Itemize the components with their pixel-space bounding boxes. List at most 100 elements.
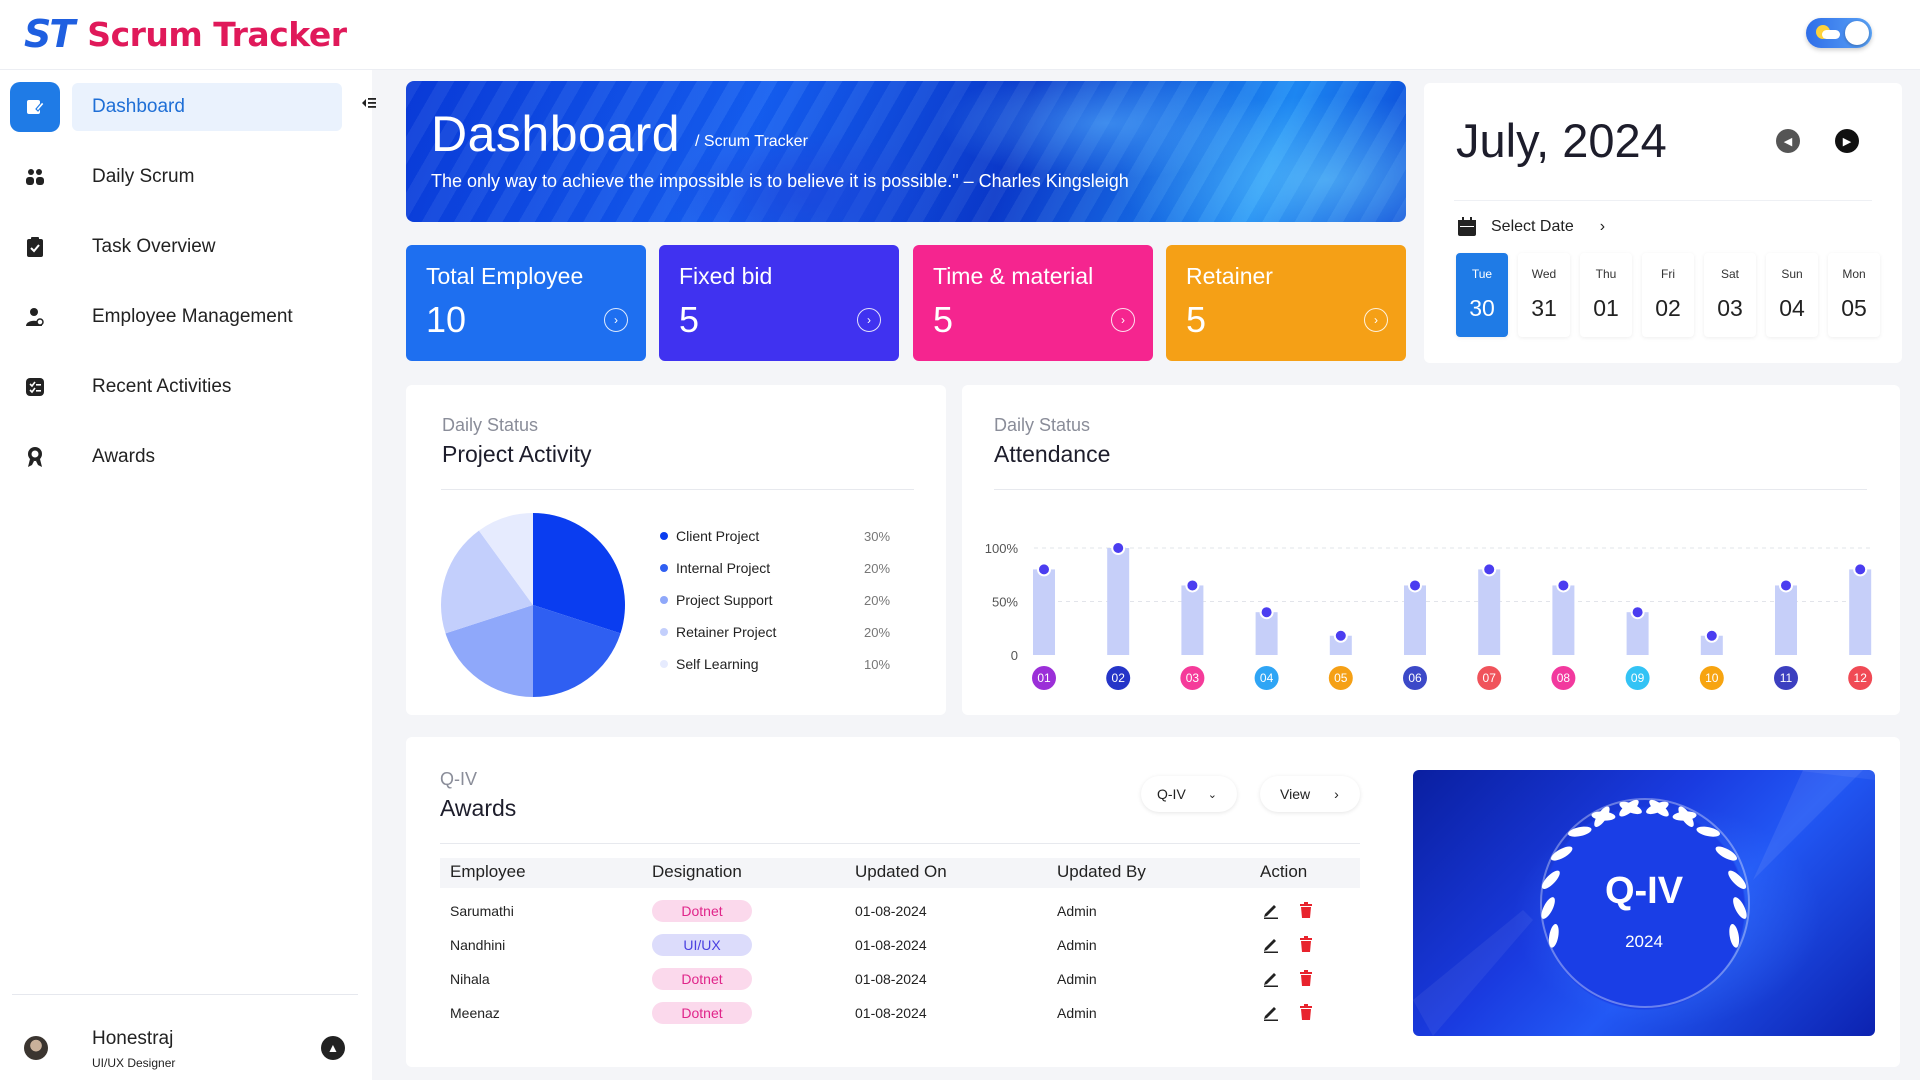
svg-text:12: 12 [1854, 671, 1868, 685]
calendar-day[interactable]: Wed 31 [1518, 253, 1570, 337]
chevron-right-icon[interactable]: ▶ [1835, 129, 1859, 153]
attendance-point [1704, 628, 1719, 643]
sidebar-item-label: Recent Activities [92, 376, 232, 397]
user-profile[interactable]: Honestraj UI/UX Designer ▲ [0, 1014, 372, 1074]
stat-value: 5 [933, 299, 954, 340]
stat-card-total-employee[interactable]: Total Employee 10 › [406, 245, 646, 361]
sidebar-item-recent-activities[interactable]: Recent Activities [10, 362, 344, 412]
theme-toggle[interactable] [1806, 18, 1872, 48]
calendar-day[interactable]: Tue 30 [1456, 253, 1508, 337]
calendar-day[interactable]: Thu 01 [1580, 253, 1632, 337]
day-of-week: Thu [1595, 267, 1617, 281]
delete-icon[interactable] [1297, 969, 1315, 987]
top-bar: ST Scrum Tracker [0, 0, 1920, 70]
app-logo[interactable]: ST Scrum Tracker [24, 12, 347, 56]
day-of-week: Sun [1781, 267, 1803, 281]
legend-value: 10% [864, 656, 891, 672]
attendance-point [1482, 562, 1497, 577]
select-date-button[interactable]: Select Date › [1457, 215, 1605, 239]
legend-label: Self Learning [676, 656, 759, 672]
quarter-filter-select[interactable]: Q-IV ⌄ [1141, 776, 1237, 812]
edit-icon[interactable] [1262, 969, 1280, 987]
sidebar-item-label: Awards [92, 446, 156, 467]
svg-text:08: 08 [1557, 671, 1571, 685]
legend-value: 20% [864, 592, 891, 608]
svg-text:11: 11 [1780, 671, 1793, 685]
attendance-bar [1775, 585, 1797, 655]
legend-value: 20% [864, 624, 891, 640]
sidebar-item-task-overview[interactable]: Task Overview [10, 222, 344, 272]
calendar-day[interactable]: Fri 02 [1642, 253, 1694, 337]
legend-item: Self Learning 10% [660, 655, 900, 673]
laurel-leaf [1715, 846, 1738, 861]
stat-card-fixed-bid[interactable]: Fixed bid 5 › [659, 245, 899, 361]
x-category-label: 01 [1032, 666, 1056, 690]
attendance-bar [1552, 585, 1575, 655]
employee-name: Meenaz [450, 1005, 500, 1021]
calendar-day[interactable]: Sat 03 [1704, 253, 1756, 337]
svg-text:05: 05 [1334, 671, 1348, 685]
sidebar-item-label: Task Overview [92, 236, 216, 257]
stat-value: 10 [426, 299, 467, 340]
delete-icon[interactable] [1297, 935, 1315, 953]
calendar-day[interactable]: Sun 04 [1766, 253, 1818, 337]
stat-card-retainer[interactable]: Retainer 5 › [1166, 245, 1406, 361]
calendar-day[interactable]: Mon 05 [1828, 253, 1880, 337]
breadcrumb: / Scrum Tracker [695, 133, 808, 150]
sidebar-item-awards[interactable]: Awards [10, 432, 344, 482]
sidebar-item-daily-scrum[interactable]: Daily Scrum [10, 152, 344, 202]
stat-title: Time & material [933, 263, 1094, 289]
attendance-point [1111, 541, 1126, 555]
user-role: UI/UX Designer [92, 1056, 176, 1070]
laurel-leaf [1696, 826, 1721, 837]
day-number: 02 [1655, 295, 1681, 321]
sidebar-item-label: Dashboard [72, 83, 342, 131]
panel-title: Awards [440, 795, 517, 821]
user-name: Honestraj [92, 1028, 174, 1049]
view-button[interactable]: View › [1260, 776, 1360, 812]
updated-by: Admin [1057, 937, 1097, 953]
svg-text:01: 01 [1037, 671, 1051, 685]
legend-dot [660, 532, 668, 540]
logo-mark: ST [24, 12, 75, 56]
chevron-right-icon[interactable]: › [857, 308, 881, 332]
chevron-right-icon: › [1334, 786, 1339, 802]
edit-icon[interactable] [1262, 935, 1280, 953]
edit-icon[interactable] [1262, 901, 1280, 919]
chevron-down-icon: ⌄ [1207, 788, 1217, 801]
day-of-week: Sat [1720, 267, 1739, 281]
svg-text:09: 09 [1631, 671, 1645, 685]
panel-subtitle: Q-IV [440, 769, 478, 789]
legend-item: Retainer Project 20% [660, 623, 900, 641]
stat-card-time-material[interactable]: Time & material 5 › [913, 245, 1153, 361]
legend-item: Project Support 20% [660, 591, 900, 609]
panel-title: Attendance [994, 441, 1111, 467]
chevron-left-icon[interactable]: ◀ [1776, 129, 1800, 153]
collapse-sidebar-icon[interactable] [361, 96, 379, 112]
sidebar-item-employee-management[interactable]: Employee Management [10, 292, 344, 342]
attendance-point [1259, 605, 1274, 620]
chevron-right-icon: › [1599, 218, 1606, 235]
sidebar-item-dashboard[interactable]: Dashboard [10, 82, 344, 132]
day-number: 01 [1593, 295, 1619, 321]
edit-icon[interactable] [1262, 1003, 1280, 1021]
delete-icon[interactable] [1297, 1003, 1315, 1021]
team-icon [10, 152, 60, 202]
stat-value: 5 [679, 299, 700, 340]
award-icon [10, 432, 60, 482]
app-title: Scrum Tracker [87, 14, 347, 54]
delete-icon[interactable] [1297, 901, 1315, 919]
attendance-point [1037, 562, 1051, 577]
x-category-label: 05 [1328, 666, 1353, 690]
panel-title: Project Activity [442, 441, 592, 467]
cloud-icon [1822, 30, 1840, 39]
legend-item: Internal Project 20% [660, 559, 900, 577]
chevron-right-icon[interactable]: › [1111, 308, 1135, 332]
panel-subtitle: Daily Status [994, 415, 1091, 435]
chevron-right-icon[interactable]: › [1364, 308, 1388, 332]
chevron-up-icon[interactable]: ▲ [321, 1036, 345, 1060]
attendance-point [1630, 605, 1645, 620]
clipboard-check-icon [10, 222, 60, 272]
attendance-point [1333, 628, 1348, 643]
chevron-right-icon[interactable]: › [604, 308, 628, 332]
